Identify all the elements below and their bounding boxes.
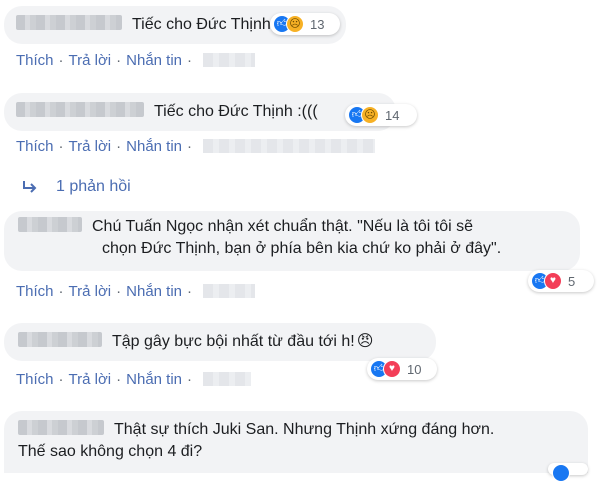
blurred-author-name[interactable] (18, 420, 104, 435)
comment-text-line-1: Chú Tuấn Ngọc nhận xét chuẩn thật. "Nếu … (92, 218, 474, 235)
comment-bubble: Thật sự thích Juki San. Nhưng Thịnh xứng… (4, 411, 588, 473)
reaction-summary-partial[interactable] (548, 463, 588, 482)
like-link[interactable]: Thích (16, 371, 54, 388)
comment-text: Tiếc cho Đức Thịnh :((( (154, 103, 318, 120)
reply-link[interactable]: Trả lời (69, 283, 112, 300)
reply-arrow-icon (23, 181, 37, 193)
comment-text: Tập gây bực bội nhất từ đầu tới h! (112, 333, 355, 350)
blurred-author-name[interactable] (18, 332, 102, 347)
comment-text-line-1: Thật sự thích Juki San. Nhưng Thịnh xứng… (114, 421, 495, 438)
reply-link[interactable]: Trả lời (69, 138, 112, 155)
sad-icon: ☹ (361, 106, 379, 124)
comment-bubble: Tiếc cho Đức Thịnh :((( (4, 93, 396, 131)
blurred-timestamp (203, 284, 256, 298)
blurred-author-name[interactable] (16, 15, 122, 30)
blurred-timestamp (203, 53, 256, 67)
message-link[interactable]: Nhắn tin (126, 371, 182, 388)
love-icon: ♥ (383, 360, 401, 378)
comment-bubble: Chú Tuấn Ngọc nhận xét chuẩn thật. "Nếu … (4, 211, 580, 271)
comment-actions: Thích · Trả lời · Nhắn tin · (16, 52, 256, 69)
comment-actions: Thích · Trả lời · Nhắn tin · (16, 283, 256, 300)
reaction-count: 14 (385, 107, 400, 123)
reaction-summary[interactable]: 👍︎ ♥ 5 (528, 270, 594, 292)
reaction-count: 13 (310, 16, 325, 32)
blurred-author-name[interactable] (16, 102, 144, 117)
like-link[interactable]: Thích (16, 283, 54, 300)
blurred-author-name[interactable] (18, 217, 82, 232)
comment-bubble: Tập gây bực bội nhất từ đầu tới h! 😠 (4, 323, 436, 361)
reaction-summary[interactable]: 👍︎ ☹ 14 (345, 104, 417, 126)
like-icon (552, 464, 570, 482)
reaction-count: 5 (568, 273, 576, 289)
like-link[interactable]: Thích (16, 52, 54, 69)
angry-emoji-icon: 😠 (356, 333, 374, 350)
comment-text-line-2: chọn Đức Thịnh, bạn ở phía bên kia chứ k… (102, 240, 502, 257)
sad-icon: ☹ (286, 15, 304, 33)
reply-link[interactable]: Trả lời (69, 371, 112, 388)
like-link[interactable]: Thích (16, 138, 54, 155)
reply-count-label: 1 phản hồi (56, 178, 131, 195)
message-link[interactable]: Nhắn tin (126, 52, 182, 69)
message-link[interactable]: Nhắn tin (126, 283, 182, 300)
comment-text: Tiếc cho Đức Thịnh (132, 16, 271, 33)
love-icon: ♥ (544, 272, 562, 290)
blurred-timestamp (203, 372, 252, 386)
comment-actions: Thích · Trả lời · Nhắn tin · (16, 371, 252, 388)
reply-link[interactable]: Trả lời (69, 52, 112, 69)
blurred-timestamp (203, 139, 376, 153)
comment-text-line-2: Thế sao không chọn 4 đi? (18, 443, 203, 460)
reaction-summary[interactable]: 👍︎ ♥ 10 (367, 358, 437, 380)
reaction-count: 10 (407, 361, 422, 377)
reaction-summary[interactable]: 👍︎ ☹ 13 (270, 13, 340, 35)
view-replies-link[interactable]: 1 phản hồi (22, 178, 131, 196)
comment-actions: Thích · Trả lời · Nhắn tin · (16, 138, 376, 155)
message-link[interactable]: Nhắn tin (126, 138, 182, 155)
